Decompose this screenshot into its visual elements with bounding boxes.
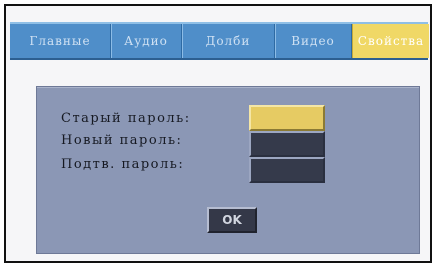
ok-button[interactable]: OK [207,207,257,233]
tab-dolby[interactable]: Долби [182,24,275,58]
tab-audio[interactable]: Аудио [111,24,182,58]
menu-tab-bar: Главные Аудио Долби Видео Свойства [10,22,429,60]
old-password-label: Старый пароль: [61,111,191,126]
tab-main[interactable]: Главные [10,24,111,58]
confirm-password-field[interactable] [249,157,325,183]
old-password-field[interactable] [249,105,325,131]
confirm-password-label: Подтв. пароль: [61,157,185,172]
tab-properties[interactable]: Свойства [352,24,429,58]
tv-osd-screen: Главные Аудио Долби Видео Свойства Стары… [4,4,432,263]
password-dialog: Старый пароль: Новый пароль: Подтв. паро… [36,86,420,254]
new-password-field[interactable] [249,131,325,157]
new-password-label: Новый пароль: [61,133,183,148]
tab-video[interactable]: Видео [275,24,352,58]
